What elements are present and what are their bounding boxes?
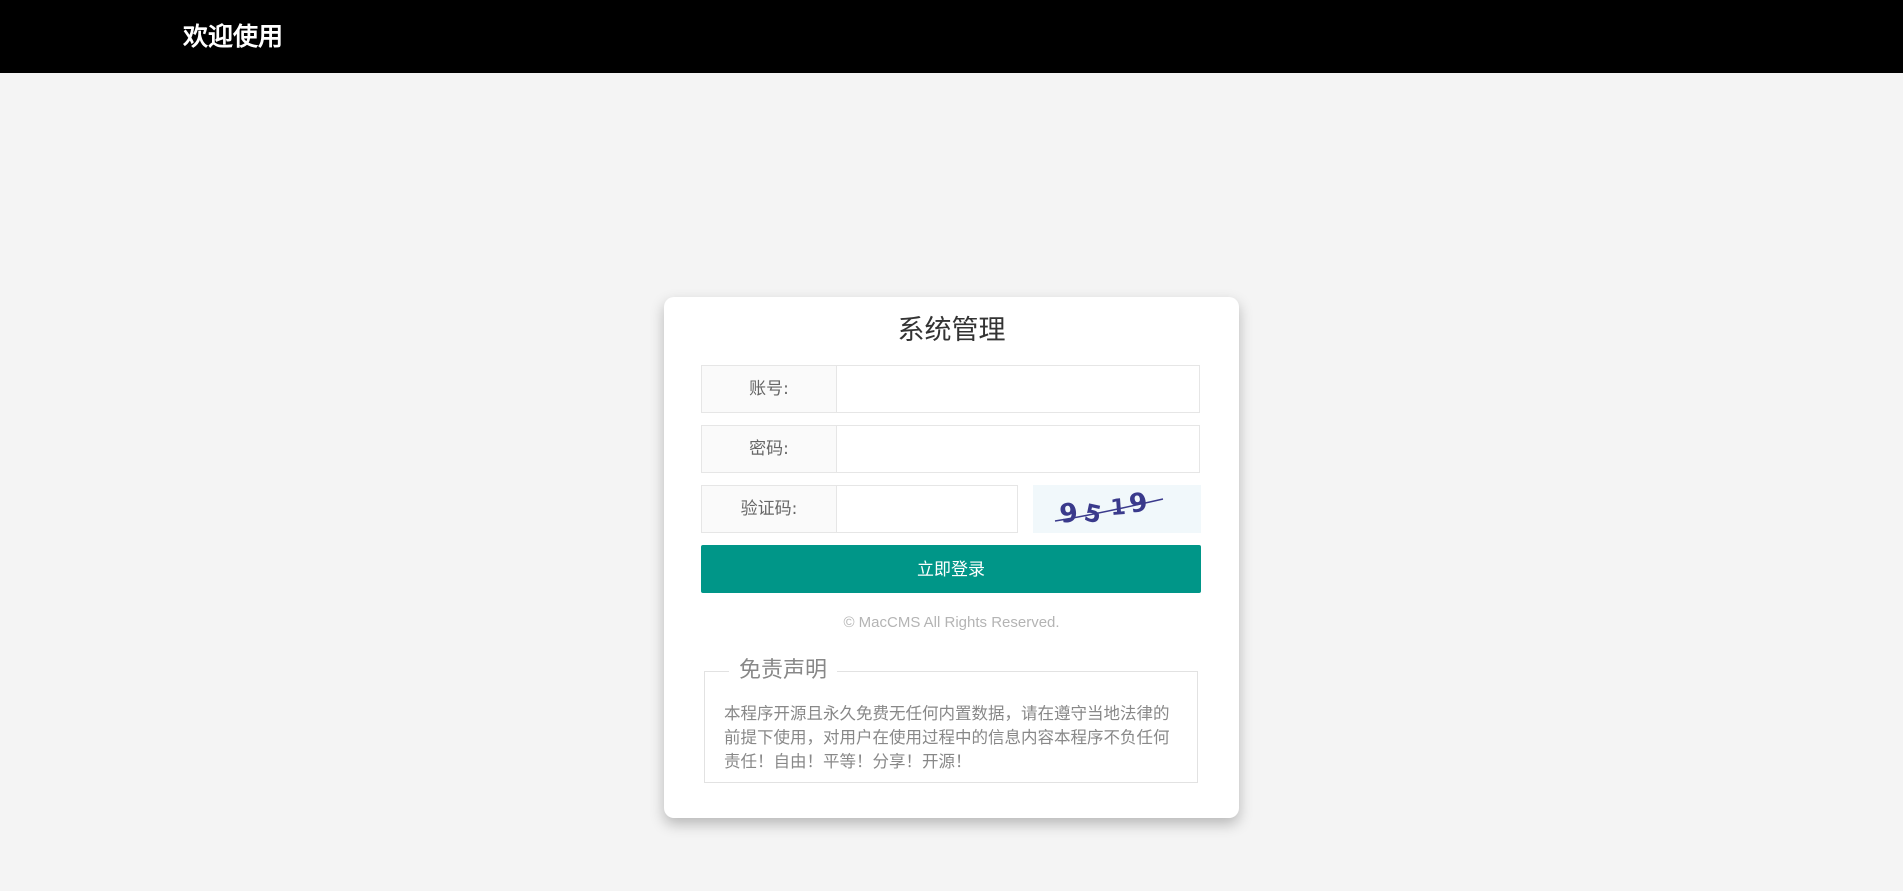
captcha-graphic: 9 5 1 9 — [1054, 487, 1164, 530]
captcha-image[interactable]: 9 5 1 9 — [1033, 485, 1201, 533]
svg-text:9: 9 — [1058, 498, 1080, 530]
username-input[interactable] — [836, 365, 1200, 413]
top-bar: 欢迎使用 — [0, 0, 1903, 73]
username-label: 账号: — [701, 365, 837, 413]
svg-text:9: 9 — [1127, 487, 1150, 520]
login-card: 系统管理 账号: 密码: 验证码: 9 5 1 9 立即登录 © MacCMS … — [664, 297, 1239, 818]
disclaimer-text: 本程序开源且永久免费无任何内置数据，请在遵守当地法律的前提下使用，对用户在使用过… — [724, 704, 1170, 771]
captcha-label: 验证码: — [701, 485, 837, 533]
brand-title: 欢迎使用 — [183, 22, 284, 51]
copyright-text: © MacCMS All Rights Reserved. — [843, 614, 1060, 631]
disclaimer-title: 免责声明 — [729, 656, 838, 686]
password-input[interactable] — [836, 425, 1200, 473]
login-title: 系统管理 — [897, 315, 1006, 346]
svg-text:1: 1 — [1110, 495, 1127, 521]
login-button[interactable]: 立即登录 — [701, 545, 1201, 593]
password-label: 密码: — [701, 425, 837, 473]
svg-text:5: 5 — [1082, 498, 1104, 529]
captcha-input[interactable] — [836, 485, 1018, 533]
disclaimer-box: 免责声明 本程序开源且永久免费无任何内置数据，请在遵守当地法律的前提下使用，对用… — [704, 656, 1198, 783]
